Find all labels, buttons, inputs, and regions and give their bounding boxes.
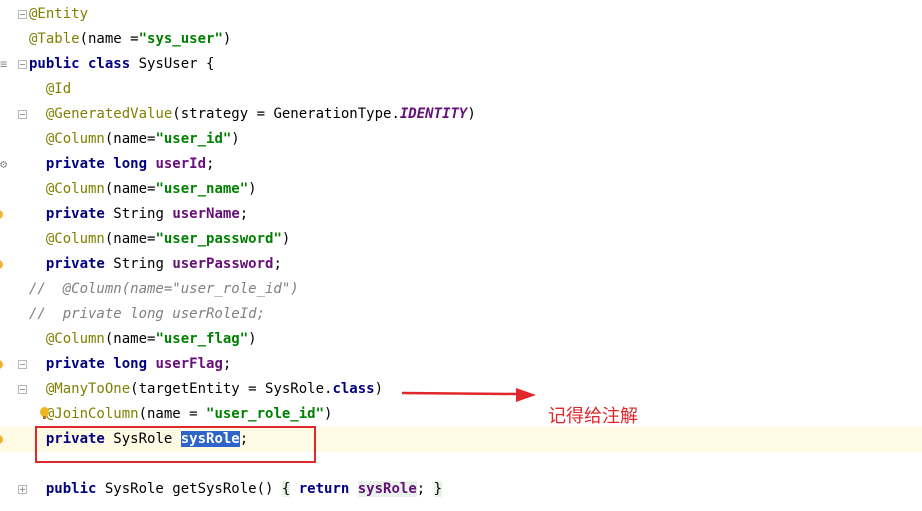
arrow-shaft	[401, 391, 517, 396]
annotation-note: 记得给注解	[548, 406, 638, 427]
arrow-head	[516, 388, 536, 402]
red-arrow	[401, 388, 536, 402]
